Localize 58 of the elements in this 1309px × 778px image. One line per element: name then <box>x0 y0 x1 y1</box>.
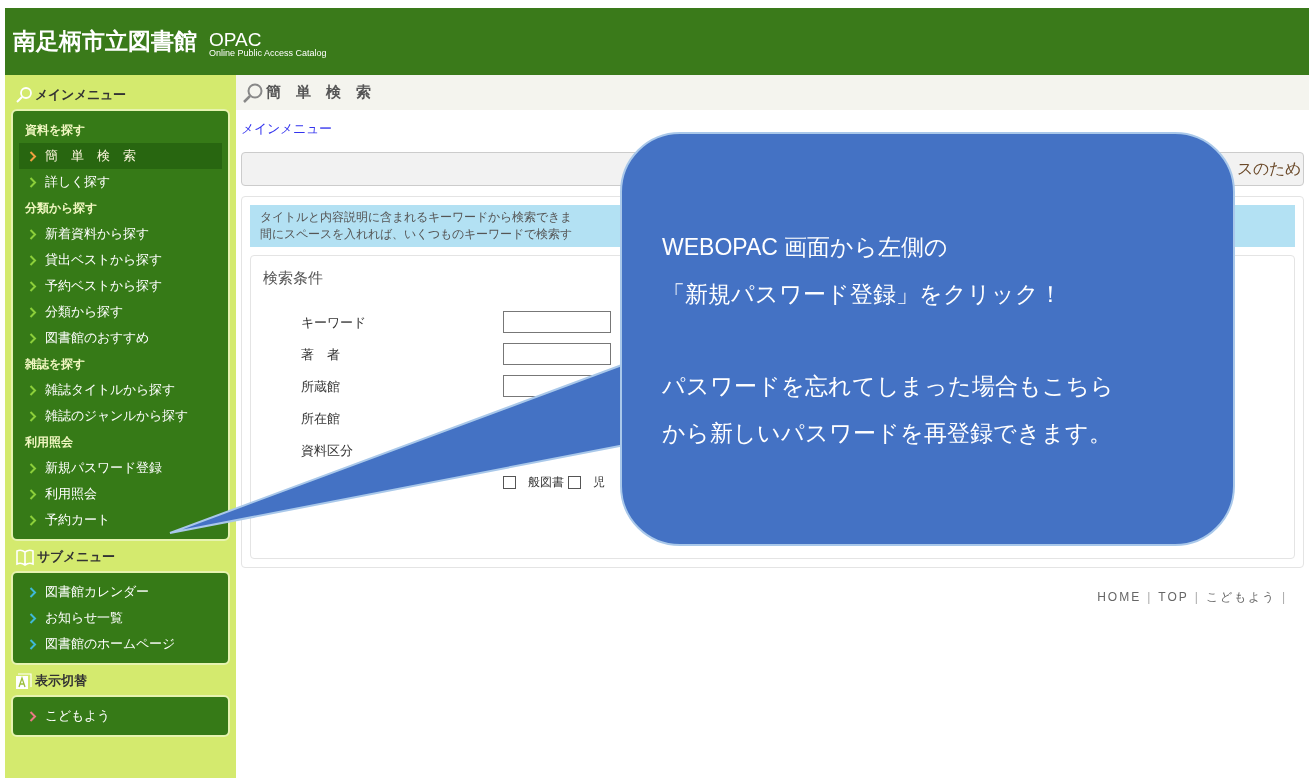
page-title: 簡 単 検 索 <box>266 82 371 103</box>
menu-item[interactable]: 雑誌のジャンルから探す <box>19 403 222 429</box>
field-label: 著 者 <box>301 348 340 362</box>
text-input[interactable] <box>503 311 611 333</box>
book-icon <box>15 548 35 566</box>
section-heading: 表示切替 <box>35 672 87 691</box>
menu-item[interactable]: 予約カート <box>19 507 222 533</box>
checkbox-label: 児 <box>593 474 605 491</box>
menu-item[interactable]: 図書館のおすすめ <box>19 325 222 351</box>
menu-item[interactable]: 雑誌タイトルから探す <box>19 377 222 403</box>
notice-text: スのため <box>1237 159 1301 179</box>
search-icon <box>242 81 264 104</box>
footer-link[interactable]: TOP <box>1158 588 1189 606</box>
menu-item[interactable]: 図書館のホームページ <box>19 631 222 657</box>
menu-item[interactable]: こどもよう <box>19 703 222 729</box>
criteria-title: 検索条件 <box>263 269 323 286</box>
search-icon <box>15 86 33 104</box>
menu-item[interactable]: 利用照会 <box>19 481 222 507</box>
field-label: 資料区分 <box>301 444 353 458</box>
footer-separator: | <box>1194 589 1200 606</box>
menu-item[interactable]: 簡 単 検 索 <box>19 143 222 169</box>
menu-item[interactable]: 予約ベストから探す <box>19 273 222 299</box>
breadcrumb-link[interactable]: メインメニュー <box>241 122 332 136</box>
callout-text: から新しいパスワードを再登録できます。 <box>662 419 1113 448</box>
menu-group-heading: 利用照会 <box>24 434 74 451</box>
section-heading: サブメニュー <box>37 548 115 567</box>
menu-item[interactable]: 分類から探す <box>19 299 222 325</box>
menu-item[interactable]: 新規パスワード登録 <box>19 455 222 481</box>
opac-subtitle: Online Public Access Catalog <box>209 48 327 58</box>
info-text: タイトルと内容説明に含まれるキーワードから検索できま <box>260 210 573 225</box>
checkbox[interactable] <box>503 475 516 489</box>
menu-group-heading: 雑誌を探す <box>24 356 86 373</box>
letter-a-icon <box>15 672 33 690</box>
callout-text: パスワードを忘れてしまった場合もこちら <box>662 372 1115 401</box>
footer-separator: | <box>1147 589 1153 606</box>
field-label: 所蔵館 <box>301 380 340 394</box>
field-label: キーワード <box>301 316 366 330</box>
menu-group-heading: 分類から探す <box>24 200 98 217</box>
footer-separator: | <box>1281 589 1287 606</box>
menu-item[interactable]: 貸出ベストから探す <box>19 247 222 273</box>
checkbox-label: 般図書 <box>528 474 564 491</box>
checkbox[interactable] <box>568 475 581 489</box>
text-input[interactable] <box>503 343 611 365</box>
menu-item[interactable]: 新着資料から探す <box>19 221 222 247</box>
callout-text: WEBOPAC 画面から左側の <box>662 233 950 262</box>
callout-text: 「新規パスワード登録」をクリック！ <box>662 280 1063 309</box>
footer-link[interactable]: こどもよう <box>1205 588 1276 606</box>
section-heading: メインメニュー <box>35 86 126 105</box>
chevron-icon <box>29 150 37 162</box>
field-label: 所在館 <box>301 412 340 426</box>
info-text: 間にスペースを入れれば、いくつものキーワードで検索す <box>260 227 573 242</box>
menu-item[interactable]: 詳しく探す <box>19 169 222 195</box>
menu-item[interactable]: お知らせ一覧 <box>19 605 222 631</box>
menu-item[interactable]: 図書館カレンダー <box>19 579 222 605</box>
opac-logo: OPAC <box>209 29 263 49</box>
library-name: 南足柄市立図書館 <box>13 27 197 57</box>
menu-group-heading: 資料を探す <box>24 122 86 139</box>
footer-link[interactable]: HOME <box>1097 588 1142 606</box>
